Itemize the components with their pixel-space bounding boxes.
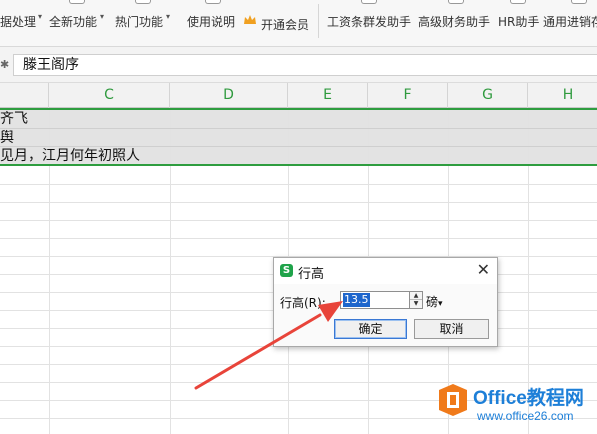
formula-bar: ✱ 滕王阁序 [0,47,597,83]
cell-text: 齐飞 [0,111,28,127]
data-processing-label: 据处理 [0,15,37,29]
hr-assistant-label: HR助手 [498,15,540,29]
grid-line [0,364,597,365]
inventory-label: 通用进销存 [543,15,597,29]
ribbon-divider [318,4,319,38]
hr-icon [510,0,526,4]
column-header-d[interactable]: D [170,83,288,108]
spin-down-icon[interactable]: ▼ [410,300,422,308]
chevron-down-icon: ▾ [100,12,105,21]
payslip-assistant-label: 工资条群发助手 [327,15,412,29]
column-header-h[interactable]: H [528,83,597,108]
grid-line [0,128,597,129]
selected-row[interactable] [0,110,597,129]
column-header-row: C D E F G H [0,83,597,108]
unit-label: 磅 [426,295,439,309]
spin-up-icon[interactable]: ▲ [410,292,422,300]
column-header-g[interactable]: G [448,83,528,108]
row-height-input[interactable]: 13.5 [340,291,410,309]
finance-assistant-label: 高级财务助手 [418,15,491,29]
grid-line [0,202,597,203]
column-header-f[interactable]: F [368,83,448,108]
grid-line [0,220,597,221]
office-logo-icon [439,384,467,416]
crown-icon [244,15,256,24]
grid-line [0,238,597,239]
selected-row[interactable] [0,129,597,147]
cell-text: 舆 [0,130,14,146]
formula-input[interactable]: 滕王阁序 [13,54,597,76]
row-height-label: 行高(R): [280,296,326,310]
ribbon-toolbar: 据处理 ▾ 全新功能 ▾ 热门功能 ▾ 使用说明 开通会员 工资条群发助手 高级… [0,0,597,47]
new-features-label: 全新功能 [49,15,98,29]
close-icon[interactable]: ✕ [477,261,490,279]
hot-features-icon [135,0,151,4]
watermark-title: Office教程网 [473,388,584,409]
unit-select[interactable]: 磅▾ [426,293,443,310]
function-icon[interactable]: ✱ [0,58,9,71]
selection-border [0,108,597,110]
finance-icon [448,0,464,4]
cancel-button[interactable]: 取消 [414,319,489,339]
grid-line [0,184,597,185]
dialog-title-bar[interactable]: S 行高 ✕ [274,258,497,284]
cell-text: 见月，江月何年初照人 [0,148,140,164]
chevron-down-icon: ▾ [38,12,43,21]
membership-label: 开通会员 [261,18,310,32]
inventory-icon [571,0,587,4]
row-height-dialog: S 行高 ✕ 行高(R): 13.5 ▲ ▼ 磅▾ 确定 取消 [273,257,498,347]
column-header-e[interactable]: E [288,83,368,108]
payslip-icon [361,0,377,4]
wps-logo-icon: S [280,264,293,277]
dialog-title: 行高 [298,267,325,282]
row-height-value: 13.5 [343,293,370,307]
ok-button[interactable]: 确定 [334,319,407,339]
column-header-b[interactable] [0,83,49,108]
chevron-down-icon: ▾ [166,12,171,21]
hot-features-label: 热门功能 [115,15,164,29]
usage-guide-icon [205,0,221,4]
chevron-down-icon: ▾ [438,299,443,309]
usage-guide-label: 使用说明 [187,15,236,29]
grid-line [170,108,171,434]
row-height-spinner[interactable]: ▲ ▼ [410,291,423,309]
new-features-icon [69,0,85,4]
column-header-c[interactable]: C [49,83,170,108]
watermark-url: www.office26.com [477,409,574,423]
